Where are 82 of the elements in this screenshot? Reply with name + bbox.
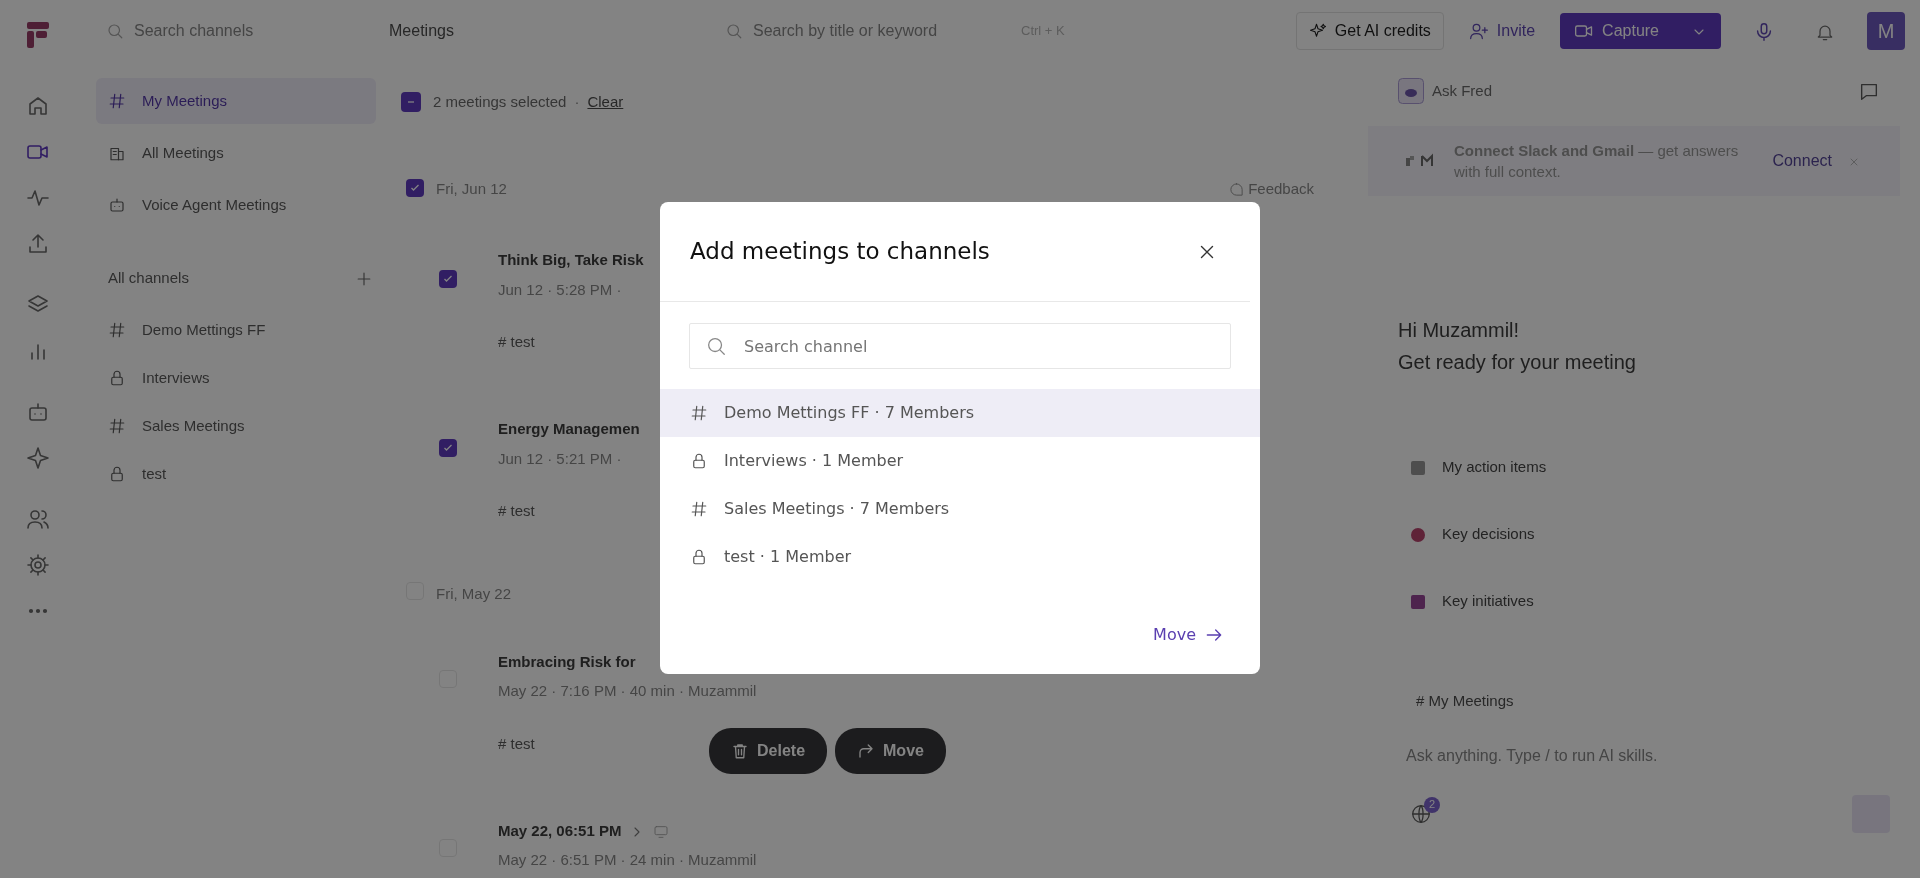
lock-icon [108, 369, 126, 387]
feedback-button[interactable]: Feedback [1229, 178, 1314, 201]
assistant-title: Ask Fred [1432, 80, 1492, 101]
channel-item[interactable]: Sales Meetings [96, 402, 376, 450]
sparkles-icon [1308, 22, 1327, 40]
lock-icon [690, 548, 708, 566]
settings-icon[interactable] [26, 553, 50, 577]
meeting-details: May 22 · 7:16 PM · 40 min · Muzammil [498, 681, 757, 701]
meeting-details: Jun 12 · 5:28 PM · [498, 279, 623, 300]
channel-option[interactable]: test · 1 Member [660, 533, 1260, 581]
person-plus-icon [1468, 21, 1489, 41]
channel-item[interactable]: Interviews [96, 354, 376, 402]
robot-icon[interactable] [26, 400, 50, 424]
search-field[interactable]: Search by title or keyword [751, 18, 1011, 44]
home-icon[interactable] [26, 94, 50, 118]
sparkle-icon[interactable] [26, 446, 50, 470]
monitor-icon [653, 823, 670, 840]
meeting-details: Jun 12 · 5:21 PM · [498, 448, 623, 469]
capture-button[interactable]: Capture [1560, 13, 1721, 49]
search-channels-field[interactable]: Search channels [132, 18, 352, 44]
sidebar-item[interactable]: All Meetings [96, 130, 376, 176]
feedback-icon [1229, 181, 1245, 197]
check-icon [409, 182, 421, 194]
delete-button[interactable]: Delete [709, 728, 828, 774]
suggestion-item[interactable]: Key initiatives [1410, 568, 1920, 635]
hash-icon [690, 404, 708, 422]
lock-icon [108, 465, 126, 483]
search-icon [705, 335, 727, 357]
meeting-title[interactable]: Embracing Risk for [498, 650, 636, 674]
clear-link[interactable]: Clear [587, 90, 624, 114]
search-icon [106, 22, 124, 40]
meeting-title[interactable]: Energy Managemen [498, 418, 640, 441]
selection-count: 2 meetings selected [433, 91, 567, 112]
count-badge: 2 [1424, 796, 1440, 813]
hash-icon [108, 92, 126, 110]
dialog-title: Add meetings to channels [690, 237, 990, 267]
suggestion-item[interactable]: Key decisions [1410, 501, 1920, 568]
app-logo[interactable] [27, 22, 49, 48]
robot-icon [108, 196, 126, 214]
hash-icon [690, 500, 708, 518]
select-all-checkbox[interactable] [401, 92, 421, 112]
context-chip[interactable]: # My Meetings [1416, 690, 1920, 713]
assistant-logo [1398, 78, 1424, 104]
meeting-checkbox[interactable] [439, 269, 457, 288]
channel-option[interactable]: Sales Meetings · 7 Members [660, 485, 1260, 533]
invite-button[interactable]: Invite [1459, 12, 1545, 50]
sidebar-item[interactable]: My Meetings [96, 78, 376, 124]
channel-item[interactable]: test [96, 450, 376, 498]
date-heading: Fri, Jun 12 [436, 179, 507, 199]
date-checkbox[interactable] [406, 179, 424, 197]
ai-credits-button[interactable]: Get AI credits [1295, 12, 1444, 50]
hash-icon [108, 321, 126, 339]
channel-tag[interactable]: # test [498, 500, 640, 523]
connect-link[interactable]: Connect [1772, 149, 1832, 173]
hash-icon [108, 417, 126, 435]
page-title: Meetings [389, 21, 455, 41]
date-heading: Fri, May 22 [436, 583, 511, 604]
greeting-subtitle: Get ready for your meeting [1398, 350, 1637, 375]
channel-option[interactable]: Demo Mettings FF · 7 Members [660, 389, 1260, 437]
meeting-details: May 22 · 6:51 PM · 24 min · Muzammil [498, 850, 757, 870]
section-heading: All channels [108, 267, 189, 288]
channel-option[interactable]: Interviews · 1 Member [660, 437, 1260, 485]
upload-icon[interactable] [26, 232, 50, 256]
meeting-checkbox[interactable] [439, 438, 457, 457]
meeting-title[interactable]: Think Big, Take Risk [498, 249, 644, 272]
ask-input-field[interactable]: Ask anything. Type / to run AI skills. [1404, 742, 1900, 769]
user-avatar[interactable]: M [1867, 12, 1905, 50]
move-button[interactable]: Move [835, 728, 946, 774]
share-arrow-icon [857, 742, 876, 760]
move-button[interactable]: Move [1147, 622, 1230, 648]
suggestion-item[interactable]: My action items [1410, 434, 1920, 501]
greeting: Hi Muzammil! [1398, 318, 1521, 343]
trash-icon [731, 742, 749, 760]
search-channel-field[interactable]: Search channel [689, 323, 1231, 369]
channel-item[interactable]: Demo Mettings FF [96, 306, 376, 354]
channel-tag[interactable]: # test [498, 331, 644, 354]
search-icon [725, 22, 743, 40]
people-icon[interactable] [26, 507, 50, 531]
separator-dot: · [574, 91, 580, 112]
sidebar-item[interactable]: Voice Agent Meetings [96, 182, 376, 228]
meeting-title[interactable]: May 22, 06:51 PM [498, 819, 622, 843]
lock-icon [690, 452, 708, 470]
